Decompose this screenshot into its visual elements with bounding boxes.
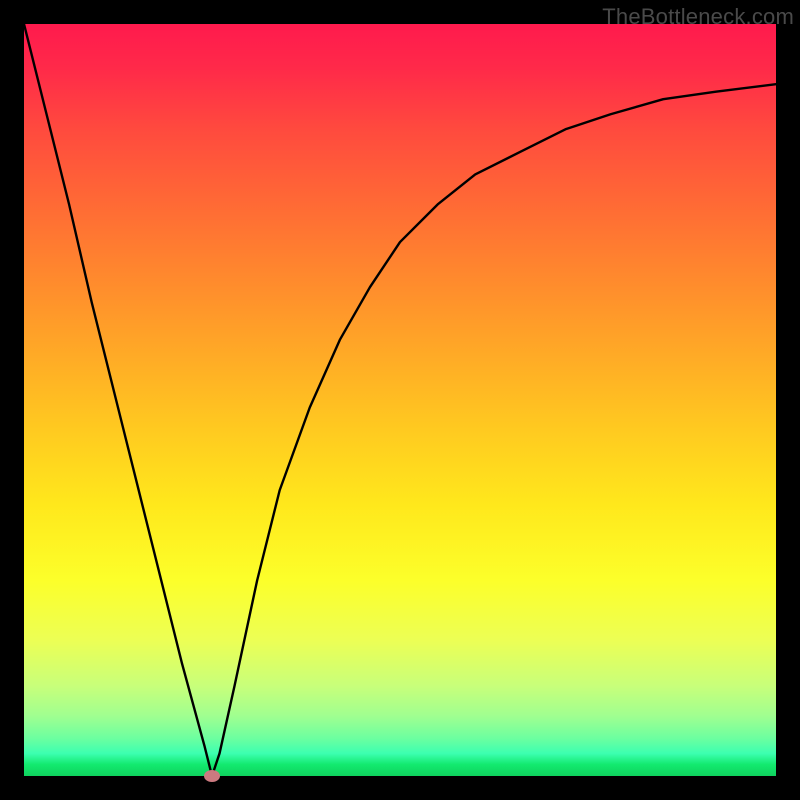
chart-plot-area: [24, 24, 776, 776]
watermark-text: TheBottleneck.com: [602, 4, 794, 30]
minimum-marker: [204, 770, 220, 782]
chart-frame: [24, 24, 776, 776]
bottleneck-curve: [24, 24, 776, 776]
